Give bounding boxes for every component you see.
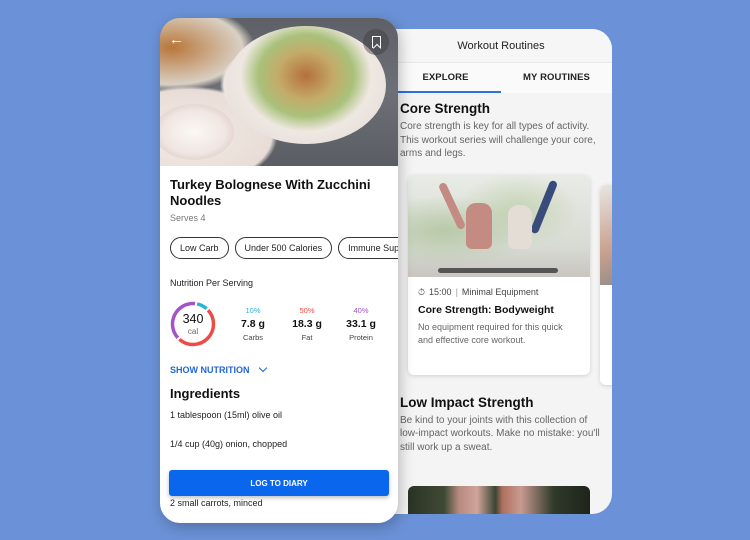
macro-label: Fat — [301, 333, 313, 342]
workout-duration: 15:00 — [429, 287, 452, 297]
tag-chip[interactable]: Low Carb — [170, 237, 229, 259]
stopwatch-icon: ⏱ — [418, 286, 426, 297]
macro-value: 33.1 g — [346, 318, 376, 330]
macro-label: Carbs — [242, 333, 263, 342]
bookmark-icon — [371, 36, 381, 48]
log-to-diary-button[interactable]: LOG TO DIARY — [169, 470, 389, 496]
recipe-serves: Serves 4 — [170, 213, 206, 223]
macro-percent: 10% — [245, 306, 261, 315]
section-description: Core strength is key for all types of ac… — [400, 121, 596, 159]
section-core-strength: Core Strength Core strength is key for a… — [390, 101, 612, 161]
ingredient-item: 2 small carrots, minced — [170, 498, 263, 508]
workout-card-title: Core Strength: Bodyweight — [418, 303, 554, 316]
workout-image — [408, 174, 590, 277]
tab-my-routines[interactable]: MY ROUTINES — [501, 63, 612, 93]
workout-card[interactable]: ⏱ 15:00 | Minimal Equipment Core Strengt… — [408, 174, 590, 375]
macro-value: 7.8 g — [241, 318, 265, 330]
workout-tabs: EXPLORE MY ROUTINES — [390, 63, 612, 93]
recipe-screen: ← Turkey Bolognese With Zucchini Noodles… — [160, 18, 398, 523]
tag-list: Low Carb Under 500 Calories Immune Sup — [170, 237, 398, 259]
macro-percent: 40% — [353, 306, 369, 315]
ingredient-item: 1/4 cup (40g) onion, chopped — [170, 439, 288, 449]
macro-label: Protein — [349, 333, 373, 342]
workout-image[interactable] — [408, 486, 590, 514]
macro-value: 18.3 g — [292, 318, 322, 330]
section-low-impact: Low Impact Strength Be kind to your join… — [390, 395, 612, 455]
calories-unit: cal — [187, 327, 199, 336]
workout-card-description: No equipment required for this quick and… — [418, 321, 563, 345]
ingredient-item: 1 tablespoon (15ml) olive oil — [170, 410, 283, 420]
workout-header-title: Workout Routines — [390, 29, 612, 63]
workout-meta: ⏱ 15:00 | Minimal Equipment — [408, 277, 590, 298]
recipe-hero-image: ← — [160, 18, 398, 166]
ring-segment-carbs — [196, 302, 208, 311]
section-description: Be kind to your joints with this collect… — [400, 414, 600, 453]
calories-value: 340 — [182, 312, 204, 326]
tab-explore[interactable]: EXPLORE — [390, 63, 501, 93]
nutrition-label: Nutrition Per Serving — [170, 278, 254, 288]
tag-chip[interactable]: Under 500 Calories — [234, 237, 333, 259]
macro-fat: 50% 18.3 g Fat — [280, 306, 334, 342]
chevron-down-icon — [258, 363, 267, 373]
recipe-title: Turkey Bolognese With Zucchini Noodles — [170, 177, 371, 208]
section-title: Low Impact Strength — [400, 394, 534, 410]
macro-protein: 40% 33.1 g Protein — [334, 306, 388, 342]
macro-carbs: 10% 7.8 g Carbs — [226, 306, 280, 342]
show-nutrition-label: SHOW NUTRITION — [170, 365, 250, 375]
meta-divider: | — [455, 287, 458, 297]
tag-chip[interactable]: Immune Sup — [338, 237, 398, 259]
show-nutrition-button[interactable]: SHOW NUTRITION — [170, 363, 388, 375]
macro-percent: 50% — [299, 306, 315, 315]
workout-image — [600, 184, 612, 285]
section-title: Core Strength — [400, 101, 491, 116]
calorie-ring: 340 cal — [170, 301, 216, 347]
workout-screen: Workout Routines EXPLORE MY ROUTINES Cor… — [390, 29, 612, 514]
ingredients-title: Ingredients — [170, 386, 241, 401]
workout-card-carousel[interactable]: ⏱ 15:00 | Minimal Equipment Core Strengt… — [390, 173, 612, 391]
workout-card-next[interactable] — [600, 184, 612, 385]
bookmark-button[interactable] — [363, 29, 389, 55]
workout-equipment: Minimal Equipment — [461, 287, 539, 297]
nutrition-summary: 340 cal 10% 7.8 g Carbs 50% 18.3 g Fat 4… — [170, 301, 388, 347]
arrow-left-icon[interactable]: ← — [169, 32, 184, 47]
